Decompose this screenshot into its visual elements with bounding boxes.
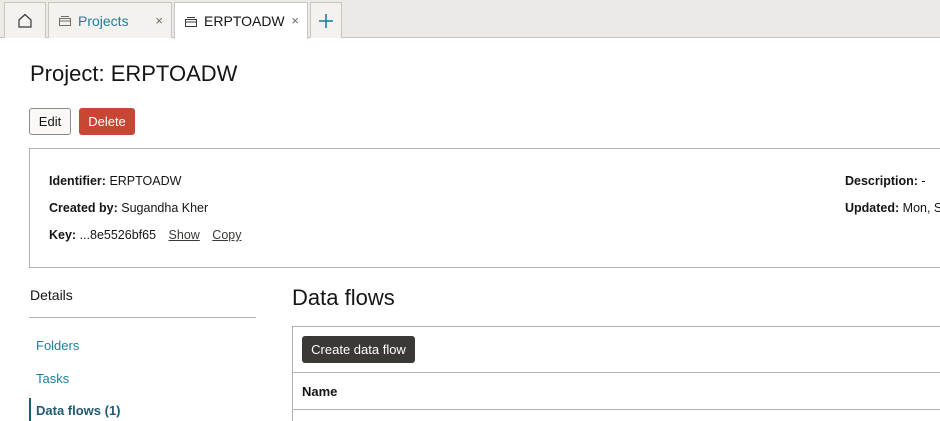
tab-erptoadw-label: ERPTOADW bbox=[204, 13, 285, 29]
created-by-row: Created by: Sugandha Kher bbox=[49, 201, 208, 215]
tab-home[interactable] bbox=[4, 2, 46, 38]
key-label: Key: bbox=[49, 228, 77, 242]
tab-strip: Projects × ERPTOADW × bbox=[0, 0, 940, 39]
create-data-flow-button[interactable]: Create data flow bbox=[302, 336, 415, 363]
key-row: Key: ...8e5526bf65 Show Copy bbox=[49, 228, 241, 242]
created-by-label: Created by: bbox=[49, 201, 118, 215]
updated-row: Updated: Mon, S bbox=[845, 201, 940, 215]
show-key-link[interactable]: Show bbox=[169, 228, 200, 242]
details-heading: Details bbox=[30, 287, 73, 303]
nav-item-folders[interactable]: Folders bbox=[36, 338, 79, 353]
created-by-value: Sugandha Kher bbox=[121, 201, 209, 215]
nav-item-tasks[interactable]: Tasks bbox=[36, 371, 69, 386]
page-title: Project: ERPTOADW bbox=[30, 61, 238, 86]
plus-icon bbox=[319, 13, 333, 28]
table-header-row: Name bbox=[292, 372, 940, 410]
identifier-row: Identifier: ERPTOADW bbox=[49, 174, 181, 188]
nav-active-indicator bbox=[29, 398, 31, 421]
add-tab-button[interactable] bbox=[310, 2, 342, 38]
data-flows-title: Data flows bbox=[292, 285, 395, 310]
project-info-panel: Identifier: ERPTOADW Created by: Sugandh… bbox=[29, 148, 940, 268]
projects-icon bbox=[59, 16, 71, 26]
close-icon[interactable]: × bbox=[291, 14, 299, 27]
tab-projects-label: Projects bbox=[78, 12, 129, 29]
edit-button[interactable]: Edit bbox=[29, 108, 71, 135]
identifier-label: Identifier: bbox=[49, 174, 106, 188]
close-icon[interactable]: × bbox=[155, 14, 163, 27]
details-divider bbox=[29, 317, 256, 318]
identifier-value: ERPTOADW bbox=[109, 174, 182, 188]
tab-projects[interactable]: Projects × bbox=[48, 2, 172, 38]
column-header-name[interactable]: Name bbox=[302, 384, 337, 399]
updated-label: Updated: bbox=[845, 201, 900, 215]
description-row: Description: - bbox=[845, 174, 926, 188]
nav-item-data-flows[interactable]: Data flows (1) bbox=[36, 403, 121, 418]
updated-value: Mon, S bbox=[902, 201, 940, 215]
tab-erptoadw[interactable]: ERPTOADW × bbox=[174, 2, 308, 39]
home-icon bbox=[18, 13, 32, 28]
copy-key-link[interactable]: Copy bbox=[212, 228, 241, 242]
description-value: - bbox=[921, 174, 926, 188]
project-icon bbox=[185, 16, 197, 27]
description-label: Description: bbox=[845, 174, 918, 188]
key-value: ...8e5526bf65 bbox=[79, 228, 157, 242]
delete-button[interactable]: Delete bbox=[79, 108, 135, 135]
